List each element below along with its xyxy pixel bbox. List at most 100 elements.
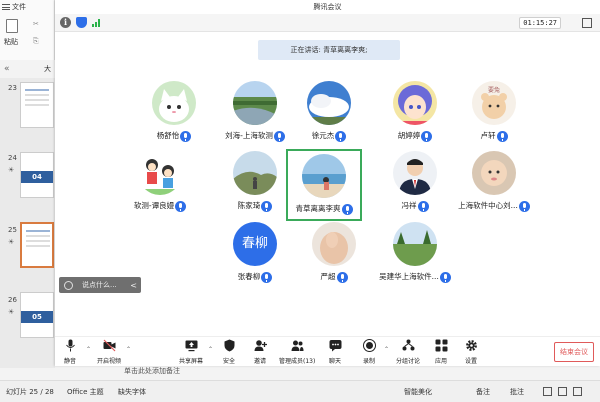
participant-name-row: 吴建华上海软件... <box>377 271 453 283</box>
avatar: 要兔 <box>472 81 516 125</box>
participant-tile[interactable]: 软测-谭良嫚 <box>122 146 198 218</box>
avatar: 春柳 <box>233 222 277 266</box>
notes-area[interactable]: 单击此处添加备注 <box>112 364 180 378</box>
record-options-caret[interactable]: ⌃ <box>384 346 389 353</box>
participant-name-row: 严超 <box>296 271 372 283</box>
manage-members-button[interactable]: 管理成员(13) <box>279 339 315 365</box>
reading-view-icon[interactable] <box>573 387 582 396</box>
cut-icon[interactable]: ✂ <box>33 20 39 28</box>
participant-name: 吴建华上海软件... <box>379 272 439 281</box>
settings-button[interactable]: 设置 <box>453 339 489 365</box>
slide-thumbnail[interactable]: 04 <box>20 152 54 198</box>
title-bar: 腾讯会议 <box>55 0 600 14</box>
avatar <box>138 151 182 195</box>
microphone-icon <box>496 130 508 142</box>
participant-name: 卢轩 <box>480 131 496 140</box>
avatar <box>393 151 437 195</box>
record-button[interactable]: 录制 <box>351 339 387 365</box>
collapse-panel-icon[interactable]: « <box>4 64 10 74</box>
video-button[interactable]: 开启视频 <box>91 339 127 365</box>
slide-thumbnail[interactable]: 05 <box>20 292 54 338</box>
notes-button[interactable]: 备注 <box>476 387 490 397</box>
slide-number: 25 <box>8 226 17 234</box>
microphone-icon <box>64 339 77 352</box>
participant-name-row: 卢轩 <box>456 130 532 142</box>
invite-button[interactable]: 邀请 <box>242 339 278 365</box>
participant-tile[interactable]: 陈家琦 <box>217 146 293 218</box>
chat-input[interactable]: 说点什么... < <box>59 277 141 293</box>
participant-name: 陈家琦 <box>237 201 261 210</box>
slide-thumbnail-selected[interactable] <box>20 222 54 268</box>
participant-tile[interactable]: 要兔卢轩 <box>456 76 532 148</box>
participant-name-row: 刘海-上海软测 <box>217 130 293 142</box>
avatar <box>472 151 516 195</box>
participant-name: 青草离离李爽 <box>295 204 341 213</box>
participant-name-row: 胡婷婷 <box>377 130 453 142</box>
participant-tile[interactable]: 胡婷婷 <box>377 76 453 148</box>
mute-button[interactable]: 静音 <box>52 339 88 365</box>
microphone-icon <box>518 200 530 212</box>
manage-members-label: 管理成员(13) <box>279 358 316 365</box>
settings-label: 设置 <box>464 358 477 365</box>
shield-icon[interactable] <box>76 17 87 28</box>
share-screen-button[interactable]: 共享屏幕 <box>173 339 209 365</box>
participant-tile[interactable]: 吴建华上海软件... <box>377 217 453 289</box>
avatar <box>152 81 196 125</box>
participant-tile[interactable]: 春柳 张春柳 <box>217 217 293 289</box>
paste-button[interactable]: 粘贴 <box>4 37 18 47</box>
participant-name: 胡婷婷 <box>397 131 421 140</box>
microphone-icon <box>336 271 348 283</box>
emoji-icon[interactable] <box>64 280 73 290</box>
participant-tile[interactable]: 上海软件中心刘... <box>456 146 532 218</box>
breakout-button[interactable]: 分组讨论 <box>390 339 426 365</box>
signal-icon[interactable] <box>92 17 102 28</box>
paste-icon[interactable] <box>6 19 18 33</box>
info-icon[interactable]: i <box>60 17 71 28</box>
outline-tab[interactable]: 大 <box>44 64 51 74</box>
microphone-icon <box>273 130 285 142</box>
participant-name: 徐元杰 <box>311 131 335 140</box>
chat-label: 聊天 <box>328 358 341 365</box>
participant-name: 上海软件中心刘... <box>458 201 518 210</box>
avatar <box>302 154 346 198</box>
microphone-icon <box>421 130 433 142</box>
copy-icon[interactable]: ⎘ <box>33 37 39 46</box>
sorter-view-icon[interactable] <box>558 387 567 396</box>
slide-section-number: 05 <box>21 311 53 323</box>
chat-button[interactable]: 聊天 <box>317 339 353 365</box>
participant-tile[interactable]: 杨舒怡 <box>136 76 212 148</box>
add-user-icon <box>254 339 267 352</box>
microphone-icon <box>335 130 347 142</box>
ppt-ribbon: 文件 粘贴 ✂ ⎘ « 大 <box>0 0 55 74</box>
participant-tile-active[interactable]: 青草离离李爽 <box>286 149 362 221</box>
chat-placeholder: 说点什么... <box>82 281 117 289</box>
avatar <box>233 81 277 125</box>
microphone-icon <box>180 130 192 142</box>
missing-font-button[interactable]: 缺失字体 <box>118 387 146 397</box>
participant-name-row: 杨舒怡 <box>136 130 212 142</box>
participant-tile[interactable]: 刘海-上海软测 <box>217 76 293 148</box>
microphone-icon <box>175 200 187 212</box>
video-options-caret[interactable]: ⌃ <box>126 346 131 353</box>
avatar <box>307 81 351 125</box>
normal-view-icon[interactable] <box>543 387 552 396</box>
video-label: 开启视频 <box>96 358 121 365</box>
fullscreen-icon[interactable] <box>582 18 592 28</box>
end-meeting-button[interactable]: 结束会议 <box>554 342 594 362</box>
participant-name-row: 上海软件中心刘... <box>456 200 532 212</box>
chat-collapse-icon[interactable]: < <box>130 281 137 290</box>
participant-name: 杨舒怡 <box>156 131 180 140</box>
participant-name-row: 陈家琦 <box>217 200 293 212</box>
participant-tile[interactable]: 严超 <box>296 217 372 289</box>
slide-thumbnail[interactable] <box>20 82 54 128</box>
file-menu[interactable]: 文件 <box>2 2 26 12</box>
comments-button[interactable]: 批注 <box>510 387 524 397</box>
beautify-button[interactable]: 智能美化 <box>404 387 432 397</box>
slide-number: 24 <box>8 154 17 162</box>
participant-tile[interactable]: 冯祥 <box>377 146 453 218</box>
participant-tile[interactable]: 徐元杰 <box>291 76 367 148</box>
slide-section-number: 04 <box>21 171 53 183</box>
camera-off-icon <box>103 339 116 352</box>
participant-name-row: 冯祥 <box>377 200 453 212</box>
microphone-icon <box>439 271 451 283</box>
